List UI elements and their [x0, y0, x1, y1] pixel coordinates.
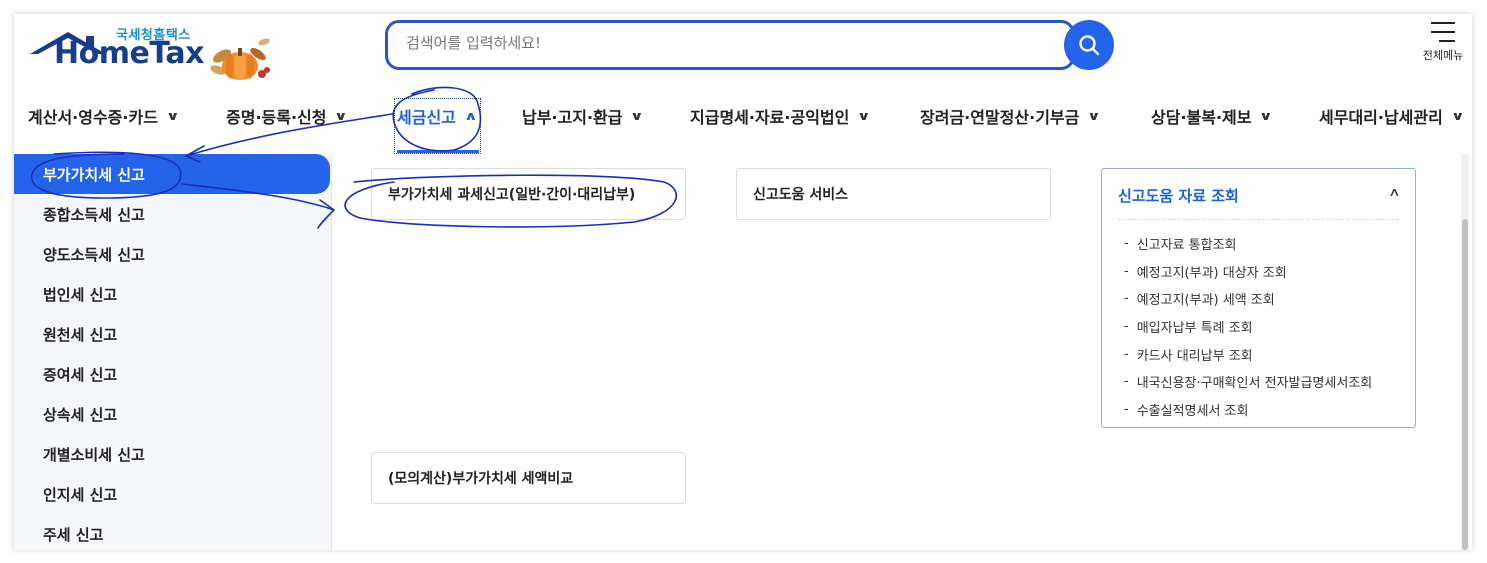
panel-link-label: 신고자료 통합조회	[1136, 238, 1237, 254]
gnb-item-label: 세무대리·납세관리	[1319, 108, 1443, 127]
dash-bullet: -	[1124, 236, 1129, 252]
gnb-item-label: 계산서·영수증·카드	[28, 108, 158, 127]
panel-link-label: 매입자납부 특례 조회	[1136, 321, 1253, 337]
hometax-window: 국세청홈택스 HomeTax 전체메뉴	[14, 14, 1472, 550]
sidebar-item-gift-tax[interactable]: 증여세 신고	[14, 354, 331, 394]
gnb-item-tax-filing[interactable]: 세금신고 ∧	[397, 98, 478, 134]
panel-link-label: 내국신용장·구매확인서 전자발급명세서조회	[1136, 376, 1373, 392]
panel-link-label: 예정고지(부과) 대상자 조회	[1136, 265, 1287, 281]
panel-link[interactable]: - 예정고지(부과) 대상자 조회	[1124, 258, 1372, 286]
gnb-item-tax-agent[interactable]: 세무대리·납세관리 ∨	[1319, 98, 1465, 134]
panel-link[interactable]: - 카드사 대리납부 조회	[1124, 340, 1372, 368]
chevron-down-icon: ∨	[1450, 109, 1465, 123]
dash-bullet: -	[1124, 374, 1129, 390]
chevron-down-icon: ∨	[1259, 109, 1274, 123]
all-menu-label: 전체메뉴	[1422, 49, 1464, 62]
gnb-item-label: 상담·불복·제보	[1151, 108, 1252, 127]
sidebar-item-liquor[interactable]: 주세 신고	[14, 514, 331, 550]
chevron-down-icon: ∨	[1087, 109, 1102, 123]
sidebar-item-stamp[interactable]: 인지세 신고	[14, 474, 331, 514]
sidebar-item-excise[interactable]: 개별소비세 신고	[14, 434, 331, 474]
filing-help-card[interactable]: 신고도움 서비스	[736, 168, 1051, 220]
gnb-item-label: 장려금·연말정산·기부금	[920, 108, 1080, 127]
hometax-logo[interactable]: 국세청홈택스 HomeTax	[28, 22, 270, 84]
sidebar-item-withholding[interactable]: 원천세 신고	[14, 314, 331, 354]
dash-bullet: -	[1124, 263, 1129, 279]
gnb-item-label: 지급명세·자료·공익법인	[690, 108, 850, 127]
scrollbar-thumb[interactable]	[1462, 219, 1468, 550]
panel-title[interactable]: 신고도움 자료 조회	[1118, 185, 1239, 206]
search-box[interactable]	[385, 20, 1075, 70]
all-menu-button[interactable]: 전체메뉴	[1417, 22, 1469, 63]
panel-link-list: - 신고자료 통합조회 - 예정고지(부과) 대상자 조회 - 예정고지(부과) 세액…	[1124, 230, 1372, 423]
dash-bullet: -	[1124, 346, 1129, 362]
search-input[interactable]	[406, 34, 1046, 52]
chevron-down-icon: ∨	[165, 109, 180, 123]
gnb-item-certificate[interactable]: 증명·등록·신청 ∨	[226, 98, 349, 134]
chevron-up-icon[interactable]: ∧	[1388, 185, 1400, 199]
sidebar-item-vat[interactable]: 부가가치세 신고	[14, 154, 330, 194]
chevron-up-icon: ∧	[463, 109, 478, 123]
panel-link[interactable]: - 신고자료 통합조회	[1124, 230, 1372, 258]
sidebar-item-inheritance[interactable]: 상속세 신고	[14, 394, 331, 434]
hamburger-icon	[1431, 22, 1455, 42]
search-button[interactable]	[1064, 20, 1114, 70]
mock-calc-card[interactable]: (모의계산)부가가치세 세액비교	[371, 452, 686, 504]
logo-english-text: HomeTax	[54, 36, 205, 71]
panel-divider	[1118, 219, 1399, 220]
panel-link-label: 수출실적명세서 조회	[1136, 403, 1249, 419]
dash-bullet: -	[1124, 319, 1129, 335]
panel-link[interactable]: - 수출실적명세서 조회	[1124, 396, 1372, 424]
filing-help-data-panel: 신고도움 자료 조회 ∧ - 신고자료 통합조회 - 예정고지(부과) 대상자 조회…	[1101, 168, 1416, 428]
gnb-item-consult[interactable]: 상담·불복·제보 ∨	[1151, 98, 1274, 134]
gnb-item-label: 세금신고	[397, 108, 456, 127]
chevron-down-icon: ∨	[334, 109, 349, 123]
sidebar-menu: 부가가치세 신고 종합소득세 신고 양도소득세 신고 법인세 신고 원천세 신고…	[14, 154, 332, 550]
search-icon	[1079, 35, 1100, 56]
gnb-item-invoice[interactable]: 계산서·영수증·카드 ∨	[28, 98, 180, 134]
gnb-item-label: 증명·등록·신청	[226, 108, 327, 127]
chevron-down-icon: ∨	[857, 109, 872, 123]
content-scrollbar[interactable]	[1461, 154, 1469, 550]
chevron-down-icon: ∨	[630, 109, 645, 123]
panel-link-label: 카드사 대리납부 조회	[1136, 348, 1253, 364]
global-nav: 계산서·영수증·카드 ∨ 증명·등록·신청 ∨ 세금신고 ∧ 납부·고지·환급 ∨ 지급…	[14, 98, 1472, 154]
sidebar-item-corporate-tax[interactable]: 법인세 신고	[14, 274, 331, 314]
gnb-item-label: 납부·고지·환급	[522, 108, 623, 127]
gnb-item-incentive[interactable]: 장려금·연말정산·기부금 ∨	[920, 98, 1102, 134]
panel-link-label: 예정고지(부과) 세액 조회	[1136, 293, 1275, 309]
active-tab-underline	[397, 150, 479, 153]
sidebar-item-income-tax[interactable]: 종합소득세 신고	[14, 194, 331, 234]
vat-filing-card[interactable]: 부가가치세 과세신고(일반·간이·대리납부)	[371, 168, 686, 220]
gnb-item-statement[interactable]: 지급명세·자료·공익법인 ∨	[690, 98, 872, 134]
panel-link[interactable]: - 내국신용장·구매확인서 전자발급명세서조회	[1124, 368, 1372, 396]
gnb-item-payment[interactable]: 납부·고지·환급 ∨	[522, 98, 645, 134]
panel-link[interactable]: - 예정고지(부과) 세액 조회	[1124, 285, 1372, 313]
autumn-pumpkin-icon	[210, 38, 270, 80]
dash-bullet: -	[1124, 401, 1129, 417]
dash-bullet: -	[1124, 291, 1129, 307]
panel-link[interactable]: - 매입자납부 특례 조회	[1124, 313, 1372, 341]
sidebar-item-capital-gains[interactable]: 양도소득세 신고	[14, 234, 331, 274]
